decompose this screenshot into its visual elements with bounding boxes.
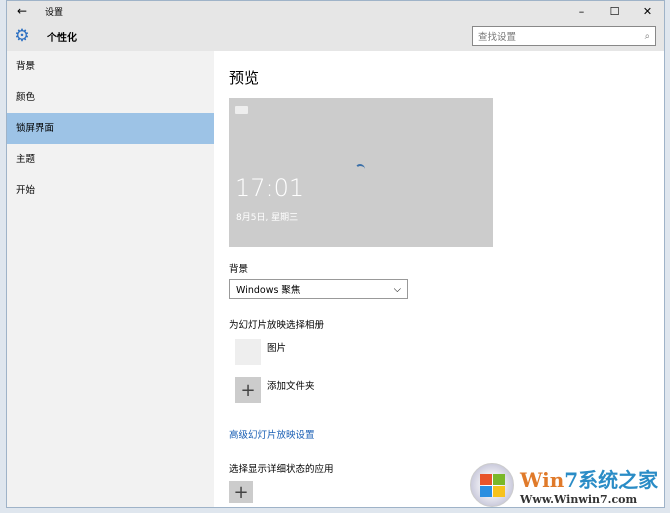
sidebar-item-lock-screen[interactable]: 锁屏界面: [7, 113, 214, 144]
loading-spinner-icon: [355, 164, 365, 174]
title-bar: ← 设置 – ☐ ✕: [7, 1, 664, 21]
search-input[interactable]: 查找设置 ⌕: [472, 26, 656, 46]
maximize-button[interactable]: ☐: [598, 1, 631, 21]
album-pictures[interactable]: 图片: [235, 339, 664, 365]
plus-icon: +: [235, 377, 261, 403]
background-value: Windows 聚焦: [236, 285, 301, 296]
sidebar-item-start[interactable]: 开始: [7, 175, 214, 206]
choose-app-button[interactable]: +: [229, 481, 253, 503]
windows-logo-icon: [470, 463, 514, 507]
folder-thumbnail: [235, 339, 261, 365]
main-content: 预览 17:01 8月5日, 星期三 背景 Windows 聚焦 ⌵ 为幻灯片放…: [229, 51, 664, 507]
watermark-logo: Win7系统之家 Www.Winwin7.com: [470, 460, 665, 510]
brand-cn: 系统之家: [578, 468, 659, 492]
brand-win: Win: [520, 468, 565, 492]
window-title: 设置: [45, 7, 64, 18]
gear-icon: ⚙: [14, 26, 30, 46]
preview-date: 8月5日, 星期三: [236, 213, 299, 223]
add-folder-label: 添加文件夹: [267, 381, 315, 392]
background-label: 背景: [229, 264, 249, 275]
lock-screen-preview: 17:01 8月5日, 星期三: [229, 98, 493, 247]
header: ⚙ 个性化 查找设置 ⌕: [7, 21, 664, 51]
background-dropdown[interactable]: Windows 聚焦 ⌵: [229, 279, 408, 299]
brand-7: 7: [564, 468, 579, 492]
chevron-down-icon: ⌵: [393, 283, 401, 295]
sidebar-item-themes[interactable]: 主题: [7, 144, 214, 175]
album-label: 为幻灯片放映选择相册: [229, 320, 325, 331]
minimize-button[interactable]: –: [565, 1, 598, 21]
sidebar-item-colors[interactable]: 颜色: [7, 82, 214, 113]
slideshow-icon: [235, 106, 248, 114]
settings-window: ← 设置 – ☐ ✕ ⚙ 个性化 查找设置 ⌕ 背景 颜色 锁屏界面 主题 开始…: [6, 0, 665, 508]
advanced-slideshow-link[interactable]: 高级幻灯片放映设置: [229, 427, 664, 441]
sidebar-item-background[interactable]: 背景: [7, 51, 214, 82]
section-title: 预览: [229, 69, 260, 87]
watermark-url: Www.Winwin7.com: [520, 493, 638, 506]
preview-time: 17:01: [235, 174, 305, 202]
search-placeholder: 查找设置: [478, 32, 517, 43]
album-name: 图片: [267, 343, 287, 354]
add-folder-button[interactable]: + 添加文件夹: [235, 377, 664, 403]
close-button[interactable]: ✕: [631, 1, 664, 21]
back-button[interactable]: ←: [7, 4, 37, 18]
search-icon[interactable]: ⌕: [645, 31, 650, 42]
page-title: 个性化: [47, 32, 77, 44]
sidebar: 背景 颜色 锁屏界面 主题 开始: [7, 51, 214, 507]
